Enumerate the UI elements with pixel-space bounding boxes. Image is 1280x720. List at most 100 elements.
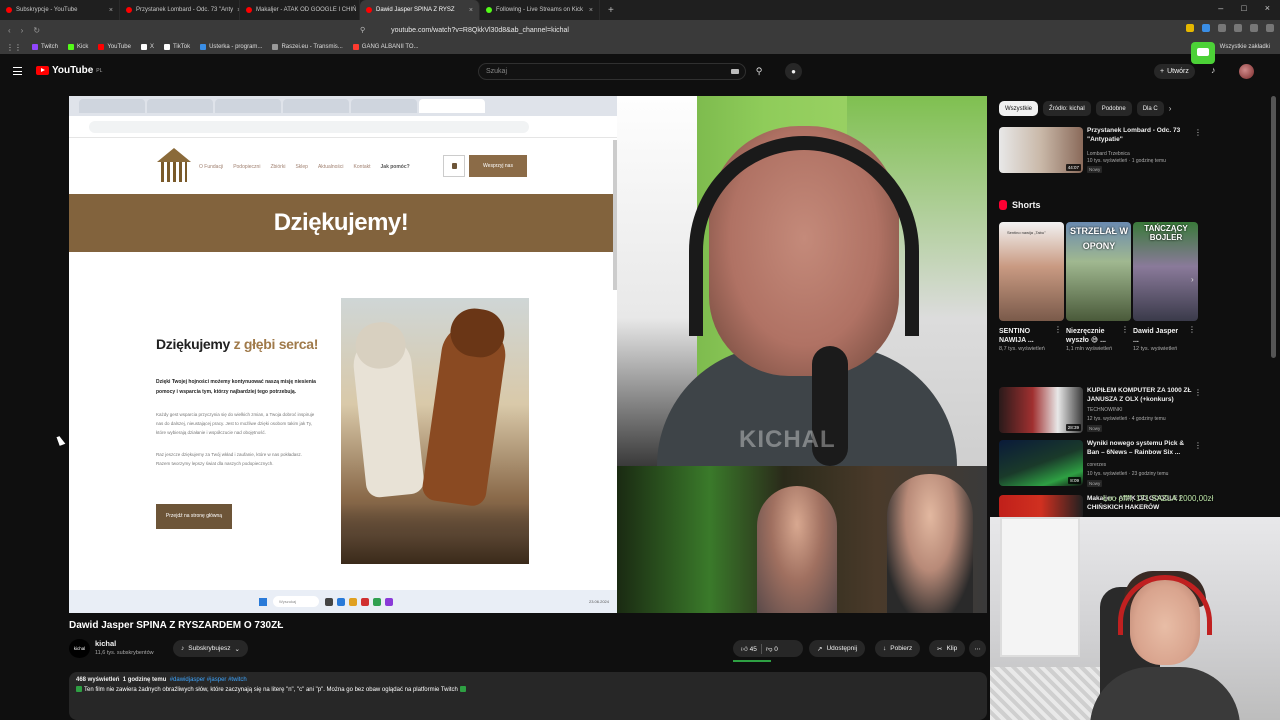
- search-input[interactable]: Szukaj: [478, 63, 746, 80]
- recommended-video[interactable]: 28:39 KUPIŁEM KOMPUTER ZA 1000 ZŁ JANUSZ…: [999, 387, 1269, 437]
- more-vertical-icon[interactable]: ⋮: [1194, 128, 1202, 137]
- chip-similar[interactable]: Podobne: [1095, 101, 1132, 116]
- browser-tab[interactable]: Makaljer - ATAK OD GOOGLE I CHIŃ×: [240, 0, 360, 20]
- short-thumbnail[interactable]: TAŃCZĄCY BOJLER: [1133, 222, 1198, 321]
- youtube-header: YouTube PL Szukaj ⚲ ● + Utwórz ♪: [0, 56, 1280, 88]
- more-vertical-icon[interactable]: ⋮: [1194, 388, 1202, 397]
- scissors-icon: ✂: [937, 645, 943, 653]
- browser-tab[interactable]: Przystanek Lombard - Odc. 73 "Anty×: [120, 0, 240, 20]
- video-title: Dawid Jasper SPINA Z RYSZARDEM O 730ZŁ: [69, 620, 284, 631]
- short-item[interactable]: TAŃCZĄCY BOJLER Dawid Jasper ... 12 tys.…: [1133, 222, 1198, 352]
- extension-icon[interactable]: [1234, 24, 1242, 32]
- bookmark[interactable]: YouTube: [98, 44, 131, 50]
- bookmark[interactable]: TikTok: [163, 44, 190, 50]
- more-vertical-icon[interactable]: ⋮: [1121, 325, 1129, 334]
- browser-tab[interactable]: Subskrypcje - YouTube ×: [0, 0, 120, 20]
- shorts-header: Shorts: [999, 200, 1041, 210]
- kick-favicon-icon: [486, 7, 492, 13]
- video-thumbnail[interactable]: 8:09: [999, 440, 1083, 486]
- subscribed-button[interactable]: ♪ Subskrybujesz ⌄: [173, 640, 248, 657]
- browser-tab-active[interactable]: Dawid Jasper SPINA Z RYSZ ×: [360, 0, 480, 20]
- video-thumbnail[interactable]: 44:07: [999, 127, 1083, 173]
- bell-icon: ♪: [181, 645, 185, 652]
- screen-browser-tabs: [69, 96, 617, 116]
- bookmark[interactable]: Kick: [68, 44, 88, 50]
- minimize-icon[interactable]: –: [1218, 3, 1223, 13]
- chevron-right-icon[interactable]: ›: [1191, 275, 1194, 284]
- browser-tab[interactable]: Following - Live Streams on Kick ×: [480, 0, 600, 20]
- horses-image: [341, 298, 529, 564]
- back-icon[interactable]: ‹: [8, 26, 11, 35]
- sidebar-scrollbar[interactable]: [1271, 96, 1276, 358]
- taskbar-app-icons: [325, 597, 393, 606]
- bookmark[interactable]: GANG ALBANII TO...: [352, 44, 419, 50]
- search-button[interactable]: ⚲: [750, 63, 768, 80]
- screen-tab: [351, 99, 417, 113]
- subscriber-count: 11,6 tys. subskrybentów: [95, 650, 154, 656]
- url-input[interactable]: youtube.com/watch?v=R8QkkVl30d8&ab_chann…: [365, 27, 569, 34]
- chip-source[interactable]: Źródło: kichal: [1043, 101, 1091, 116]
- more-vertical-icon[interactable]: ⋮: [1054, 325, 1062, 334]
- like-button[interactable]: 👍︎ 45: [741, 645, 757, 653]
- youtube-logo[interactable]: YouTube PL: [36, 65, 102, 76]
- thank-paragraph: Raz jeszcze dziękujemy za Twój wkład i z…: [156, 452, 302, 466]
- new-tab-icon[interactable]: +: [608, 5, 614, 16]
- account-avatar[interactable]: [1239, 64, 1254, 79]
- recommendations-sidebar: Wszystkie Źródło: kichal Podobne Dla C ›…: [999, 100, 1269, 519]
- apps-icon[interactable]: ⋮⋮: [6, 43, 22, 52]
- more-horizontal-icon: ⋯: [974, 645, 981, 653]
- forward-icon[interactable]: ›: [21, 26, 24, 35]
- video-thumbnail[interactable]: [999, 495, 1083, 519]
- menu-icon[interactable]: [1266, 24, 1274, 32]
- thumbs-up-icon: 👍︎: [741, 645, 748, 653]
- close-tab-icon[interactable]: ×: [469, 7, 473, 14]
- microphone-icon: ●: [791, 67, 796, 76]
- close-tab-icon[interactable]: ×: [589, 7, 593, 14]
- thank-paragraph: Każdy gest wsparcia przyczynia się do wi…: [156, 412, 315, 435]
- thank-heading: Dziękujemy z głębi serca!: [156, 336, 319, 352]
- create-button[interactable]: + Utwórz: [1154, 64, 1195, 79]
- more-vertical-icon[interactable]: ⋮: [1188, 325, 1196, 334]
- close-window-icon[interactable]: ×: [1265, 3, 1270, 13]
- dislike-button[interactable]: 👎︎ 0: [766, 645, 778, 653]
- voice-search-button[interactable]: ●: [785, 63, 802, 80]
- short-thumbnail[interactable]: STRZELAŁ W OPONY: [1066, 222, 1131, 321]
- clip-button[interactable]: ✂ Klip: [929, 640, 966, 657]
- checkmark-icon: [76, 686, 82, 692]
- chevron-right-icon[interactable]: ›: [1169, 104, 1172, 113]
- close-tab-icon[interactable]: ×: [109, 7, 113, 14]
- short-item[interactable]: Sentino nawija „Tabu" SENTINO NAWIJA ...…: [999, 222, 1064, 352]
- bookmark[interactable]: Usterka - program...: [200, 44, 262, 50]
- extension-icon[interactable]: [1202, 24, 1210, 32]
- extension-icon[interactable]: [1218, 24, 1226, 32]
- all-bookmarks[interactable]: Wszystkie zakładki: [1220, 44, 1270, 50]
- short-item[interactable]: STRZELAŁ W OPONY Niezręcznie wyszło 😅 ..…: [1066, 222, 1131, 352]
- description-box[interactable]: 468 wyświetleń 1 godzinę temu #dawidjasp…: [69, 672, 987, 720]
- chip-all[interactable]: Wszystkie: [999, 101, 1038, 116]
- video-player[interactable]: O Fundacji Podopieczni Zbiórki Sklep Akt…: [69, 96, 987, 613]
- download-button[interactable]: ↓ Pobierz: [875, 640, 921, 657]
- short-thumbnail[interactable]: Sentino nawija „Tabu": [999, 222, 1064, 321]
- hamburger-menu-icon[interactable]: [13, 67, 22, 75]
- notifications-bell-icon[interactable]: ♪: [1211, 65, 1216, 75]
- maximize-icon[interactable]: □: [1241, 3, 1246, 13]
- share-button[interactable]: ↗ Udostępnij: [809, 640, 866, 657]
- more-actions-button[interactable]: ⋯: [969, 640, 986, 657]
- channel-avatar[interactable]: kichal: [69, 639, 90, 658]
- bookmark[interactable]: Twitch: [32, 44, 58, 50]
- download-icon: ↓: [883, 645, 887, 652]
- windows-start-icon: [259, 597, 267, 606]
- video-thumbnail[interactable]: 28:39: [999, 387, 1083, 433]
- bookmark[interactable]: Raszei.eu - Transmis...: [272, 44, 343, 50]
- channel-name[interactable]: kichal: [95, 639, 116, 648]
- screen-share: O Fundacji Podopieczni Zbiórki Sklep Akt…: [69, 96, 617, 613]
- recommended-video[interactable]: 8:09 Wyniki nowego systemu Pick & Ban – …: [999, 440, 1269, 490]
- chip-for-you[interactable]: Dla C: [1136, 101, 1164, 116]
- keyboard-icon[interactable]: [731, 69, 739, 74]
- recommended-video[interactable]: 44:07 Przystanek Lombard - Odc. 73 "Anty…: [999, 127, 1269, 177]
- extension-icon[interactable]: [1250, 24, 1258, 32]
- more-vertical-icon[interactable]: ⋮: [1194, 441, 1202, 450]
- extension-icon[interactable]: [1186, 24, 1194, 32]
- reload-icon[interactable]: ↻: [33, 26, 40, 35]
- bookmark[interactable]: X: [140, 44, 154, 50]
